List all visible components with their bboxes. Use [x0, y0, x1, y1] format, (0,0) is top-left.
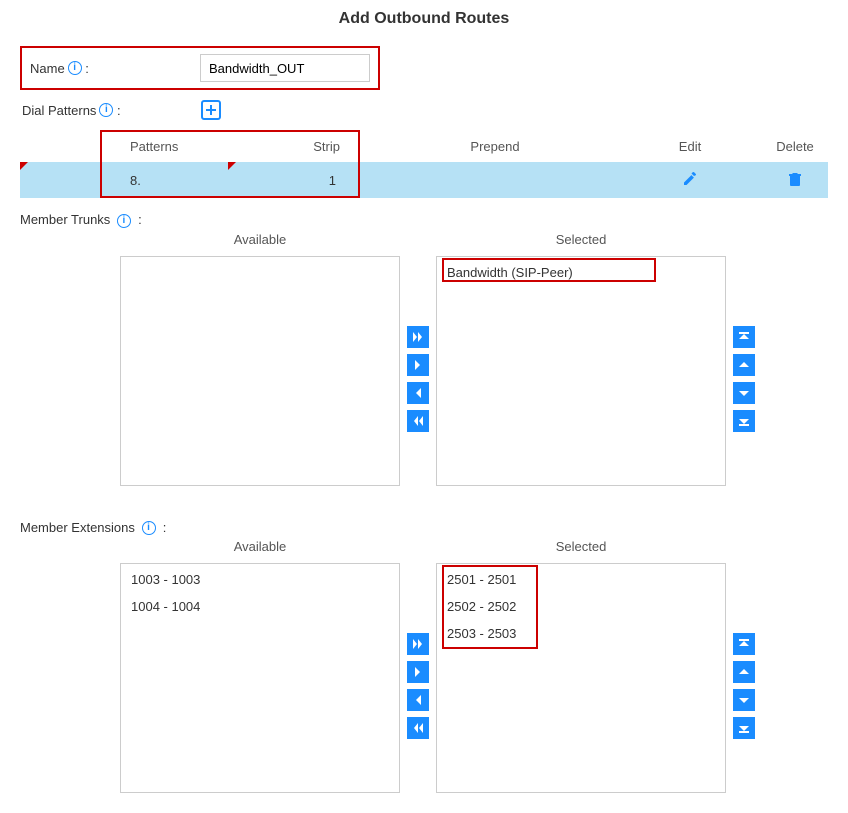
move-down-button[interactable] — [733, 689, 755, 711]
pattern-row[interactable]: 8. 1 — [20, 162, 828, 198]
move-all-left-button[interactable] — [407, 410, 429, 432]
trash-icon — [787, 171, 803, 187]
col-prepend: Prepend — [360, 139, 630, 154]
list-item[interactable]: 1003 - 1003 — [121, 566, 399, 593]
pencil-icon — [682, 171, 698, 187]
double-chevron-left-icon — [411, 414, 425, 428]
move-down-button[interactable] — [733, 382, 755, 404]
chevron-up-icon — [737, 358, 751, 372]
chevron-up-icon — [737, 665, 751, 679]
selected-header: Selected — [436, 539, 726, 557]
pattern-value: 8. — [130, 173, 141, 188]
bar-chevron-up-icon — [737, 330, 751, 344]
trunks-available-list[interactable] — [120, 256, 400, 486]
colon: : — [159, 520, 166, 535]
list-item[interactable]: 2503 - 2503 — [437, 620, 725, 647]
add-pattern-button[interactable] — [201, 100, 221, 120]
member-extensions-label: Member Extensions — [20, 520, 135, 535]
dial-patterns-label: Dial Patterns — [22, 103, 96, 118]
col-edit: Edit — [630, 139, 750, 154]
patterns-header-row: Patterns Strip Prepend Edit Delete — [20, 130, 828, 162]
move-left-button[interactable] — [407, 382, 429, 404]
double-chevron-right-icon — [411, 330, 425, 344]
trunks-selected-list[interactable]: Bandwidth (SIP-Peer) — [436, 256, 726, 486]
member-trunks-label: Member Trunks — [20, 212, 110, 227]
list-item[interactable]: 1004 - 1004 — [121, 593, 399, 620]
chevron-down-icon — [737, 386, 751, 400]
strip-value: 1 — [329, 173, 360, 188]
edit-button[interactable] — [682, 171, 698, 187]
bar-chevron-down-icon — [737, 721, 751, 735]
move-bottom-button[interactable] — [733, 410, 755, 432]
move-top-button[interactable] — [733, 326, 755, 348]
list-item[interactable]: 2502 - 2502 — [437, 593, 725, 620]
available-header: Available — [120, 232, 400, 250]
page-title: Add Outbound Routes — [0, 10, 848, 28]
marker-icon — [20, 162, 28, 170]
bar-chevron-down-icon — [737, 414, 751, 428]
plus-icon — [205, 104, 217, 116]
chevron-left-icon — [411, 693, 425, 707]
chevron-left-icon — [411, 386, 425, 400]
info-icon[interactable]: i — [117, 214, 131, 228]
col-delete: Delete — [750, 139, 840, 154]
move-left-button[interactable] — [407, 689, 429, 711]
name-row-highlight: Name i : — [20, 46, 380, 90]
selected-header: Selected — [436, 232, 726, 250]
move-right-button[interactable] — [407, 354, 429, 376]
move-up-button[interactable] — [733, 661, 755, 683]
move-bottom-button[interactable] — [733, 717, 755, 739]
chevron-right-icon — [411, 665, 425, 679]
double-chevron-left-icon — [411, 721, 425, 735]
move-all-left-button[interactable] — [407, 717, 429, 739]
move-right-button[interactable] — [407, 661, 429, 683]
name-input[interactable] — [200, 54, 370, 82]
colon: : — [82, 61, 89, 76]
colon: : — [113, 103, 120, 118]
marker-icon — [228, 162, 236, 170]
extensions-available-list[interactable]: 1003 - 10031004 - 1004 — [120, 563, 400, 793]
colon: : — [135, 212, 142, 227]
list-item[interactable]: Bandwidth (SIP-Peer) — [437, 259, 725, 286]
delete-button[interactable] — [787, 171, 803, 187]
col-patterns: Patterns — [130, 139, 178, 154]
move-up-button[interactable] — [733, 354, 755, 376]
move-all-right-button[interactable] — [407, 326, 429, 348]
col-strip: Strip — [313, 139, 360, 154]
extensions-selected-list[interactable]: 2501 - 25012502 - 25022503 - 2503 — [436, 563, 726, 793]
chevron-right-icon — [411, 358, 425, 372]
chevron-down-icon — [737, 693, 751, 707]
available-header: Available — [120, 539, 400, 557]
double-chevron-right-icon — [411, 637, 425, 651]
move-all-right-button[interactable] — [407, 633, 429, 655]
name-label: Name — [30, 61, 65, 76]
bar-chevron-up-icon — [737, 637, 751, 651]
info-icon[interactable]: i — [68, 61, 82, 75]
info-icon[interactable]: i — [99, 103, 113, 117]
list-item[interactable]: 2501 - 2501 — [437, 566, 725, 593]
info-icon[interactable]: i — [142, 521, 156, 535]
move-top-button[interactable] — [733, 633, 755, 655]
